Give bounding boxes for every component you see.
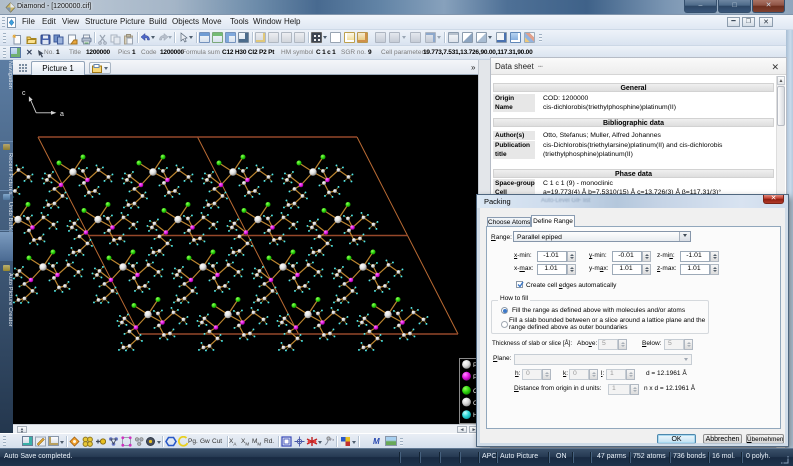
svg-text:c: c: [22, 90, 26, 97]
svg-text:Fe: Fe: [330, 437, 334, 442]
svg-text:a: a: [60, 111, 64, 118]
